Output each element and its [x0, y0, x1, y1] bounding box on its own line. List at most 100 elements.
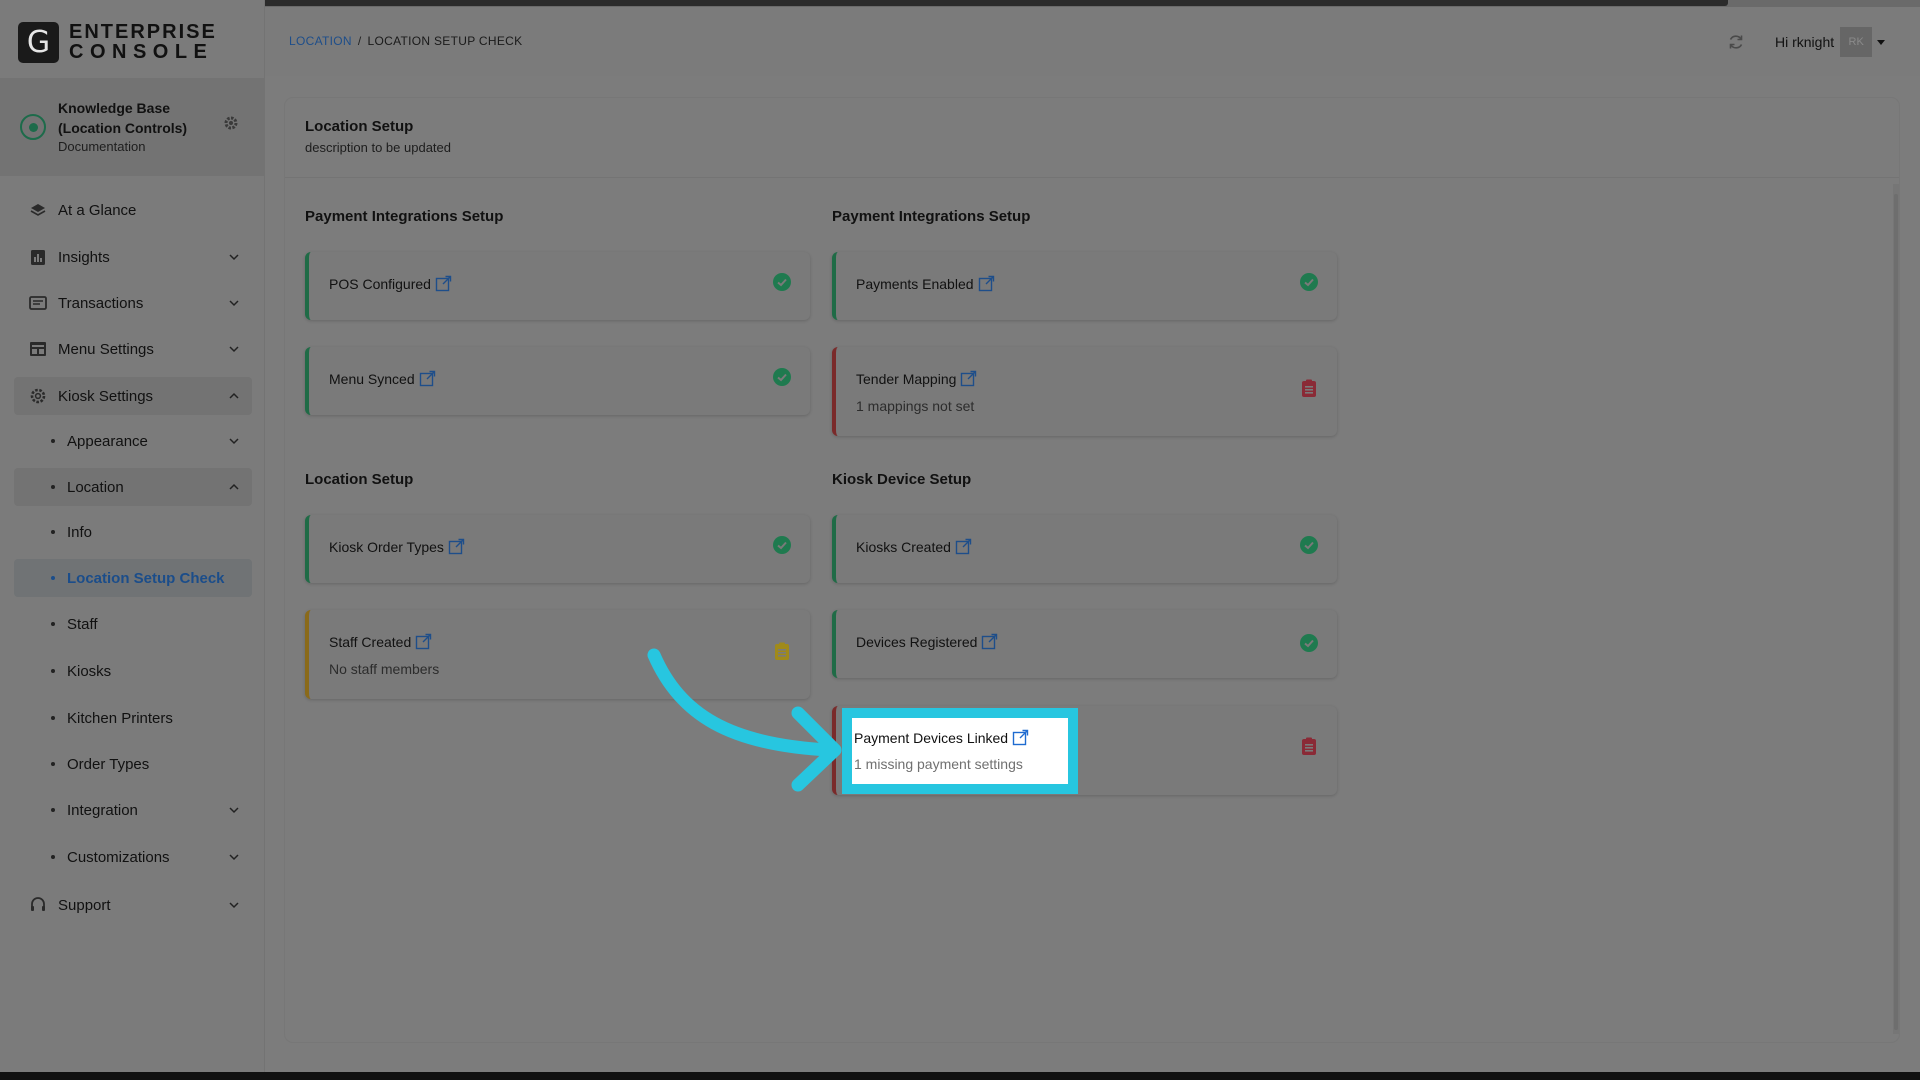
chevron-down-icon [229, 438, 239, 445]
card-label-text: Kiosks Created [856, 538, 951, 555]
sidebar-item-staff[interactable]: Staff [14, 605, 252, 643]
card-label-text: Tender Mapping [856, 370, 957, 387]
check-circle-icon [773, 368, 791, 386]
sidebar-item-label: Order Types [67, 755, 150, 773]
sidebar-item-label: Kiosks [67, 662, 112, 680]
sidebar-item-kitchen-printers[interactable]: Kitchen Printers [14, 699, 252, 737]
bullet [51, 530, 55, 534]
card-label[interactable]: POS Configured [329, 275, 452, 292]
sidebar-item-integration[interactable]: Integration [14, 791, 252, 829]
avatar: RK [1840, 27, 1873, 57]
bullet [51, 485, 55, 489]
card-kiosks-created: Kiosks Created [832, 515, 1337, 583]
bullet [51, 716, 55, 720]
sidebar-item-label: At a Glance [58, 201, 137, 219]
gear-icon [28, 386, 48, 406]
external-link-icon[interactable] [448, 538, 465, 555]
card-label-text: Payment Devices Linked [854, 729, 1009, 746]
external-link-icon[interactable] [981, 633, 998, 650]
card-label[interactable]: Devices Registered [856, 633, 998, 650]
divider [285, 177, 1899, 178]
card-label[interactable]: Payment Devices Linked [854, 729, 1029, 746]
clipboard-error-icon [1302, 379, 1316, 397]
sidebar-item-menu-settings[interactable]: Menu Settings [14, 330, 252, 368]
layers-icon [28, 200, 48, 220]
sidebar: G ENTERPRISE CONSOLE Knowledge Base (Loc… [0, 0, 265, 1072]
sidebar-item-transactions[interactable]: Transactions [14, 284, 252, 322]
page-description: description to be updated [305, 140, 451, 155]
card-label[interactable]: Kiosks Created [856, 538, 972, 555]
sidebar-item-kiosk-settings[interactable]: Kiosk Settings [14, 377, 252, 415]
bullet [51, 439, 55, 443]
sidebar-item-label: Staff [67, 615, 98, 633]
chevron-down-icon [229, 902, 239, 909]
card-message: No staff members [329, 661, 440, 677]
sidebar-item-info[interactable]: Info [14, 513, 252, 551]
section-title-payment-integrations-left: Payment Integrations Setup [305, 208, 504, 225]
sidebar-item-label: Transactions [58, 294, 144, 312]
card-label[interactable]: Tender Mapping [856, 370, 977, 387]
top-header: LOCATION / LOCATION SETUP CHECK Hi rknight… [265, 7, 1920, 76]
card-menu-synced: Menu Synced [305, 347, 810, 415]
logo-mark: G [18, 21, 59, 63]
card-label[interactable]: Staff Created [329, 633, 432, 650]
panel-header: Location Setup description to be updated [305, 118, 451, 155]
check-circle-icon [1300, 634, 1318, 652]
card-tender-mapping: Tender Mapping 1 mappings not set [832, 347, 1337, 436]
chevron-down-icon [229, 300, 239, 307]
card-label-text: Staff Created [329, 633, 412, 650]
external-link-icon[interactable] [955, 538, 972, 555]
external-link-icon[interactable] [1012, 729, 1029, 746]
highlight-payment-devices-linked[interactable]: Payment Devices Linked 1 missing payment… [842, 708, 1078, 794]
check-circle-icon [1300, 273, 1318, 291]
external-link-icon[interactable] [978, 275, 995, 292]
external-link-icon[interactable] [415, 633, 432, 650]
sidebar-item-support[interactable]: Support [14, 886, 252, 924]
user-menu[interactable]: Hi rknight RK [1775, 27, 1886, 57]
sidebar-item-label: Menu Settings [58, 340, 154, 358]
sidebar-item-label: Info [67, 523, 93, 541]
pointer-arrow-icon [647, 648, 842, 792]
sidebar-item-insights[interactable]: Insights [14, 238, 252, 276]
browser-bar [198, 0, 1728, 6]
sidebar-item-customizations[interactable]: Customizations [14, 838, 252, 876]
bullet [51, 762, 55, 766]
sidebar-item-label: Location Setup Check [67, 569, 225, 587]
sidebar-item-kiosks[interactable]: Kiosks [14, 652, 252, 690]
card-label[interactable]: Kiosk Order Types [329, 538, 465, 555]
menu-settings-icon [28, 339, 48, 359]
logo-line-2: CONSOLE [69, 41, 214, 63]
sidebar-item-label: Appearance [67, 432, 148, 450]
sidebar-item-appearance[interactable]: Appearance [14, 422, 252, 460]
card-label[interactable]: Payments Enabled [856, 275, 995, 292]
knowledge-base-subtitle: Documentation [58, 139, 146, 154]
scrollbar-thumb[interactable] [1894, 194, 1898, 1030]
card-label-text: Devices Registered [856, 633, 978, 650]
clipboard-error-icon [1302, 737, 1316, 755]
sidebar-item-label: Location [67, 478, 124, 496]
bullet [51, 576, 55, 580]
card-message: 1 mappings not set [856, 398, 975, 414]
sidebar-item-at-a-glance[interactable]: At a Glance [14, 191, 252, 229]
insights-icon [28, 247, 48, 267]
card-devices-registered: Devices Registered [832, 610, 1337, 678]
logo[interactable]: G ENTERPRISE CONSOLE [18, 21, 217, 63]
external-link-icon[interactable] [960, 370, 977, 387]
settings-gear-icon[interactable] [223, 115, 239, 131]
sidebar-item-label: Customizations [67, 848, 170, 866]
card-label[interactable]: Menu Synced [329, 370, 436, 387]
sidebar-item-label: Insights [58, 248, 110, 266]
caret-down-icon [1877, 39, 1886, 45]
refresh-icon[interactable] [1727, 33, 1745, 51]
breadcrumb-current: LOCATION SETUP CHECK [367, 34, 523, 48]
check-circle-icon [1300, 536, 1318, 554]
sidebar-item-order-types[interactable]: Order Types [14, 745, 252, 783]
sidebar-item-label: Integration [67, 801, 138, 819]
location-pin-icon [20, 114, 46, 140]
breadcrumb-link-location[interactable]: LOCATION [289, 34, 352, 48]
sidebar-item-location[interactable]: Location [14, 468, 252, 506]
external-link-icon[interactable] [435, 275, 452, 292]
card-label-text: Menu Synced [329, 370, 415, 387]
external-link-icon[interactable] [419, 370, 436, 387]
sidebar-item-location-setup-check[interactable]: Location Setup Check [14, 559, 252, 597]
